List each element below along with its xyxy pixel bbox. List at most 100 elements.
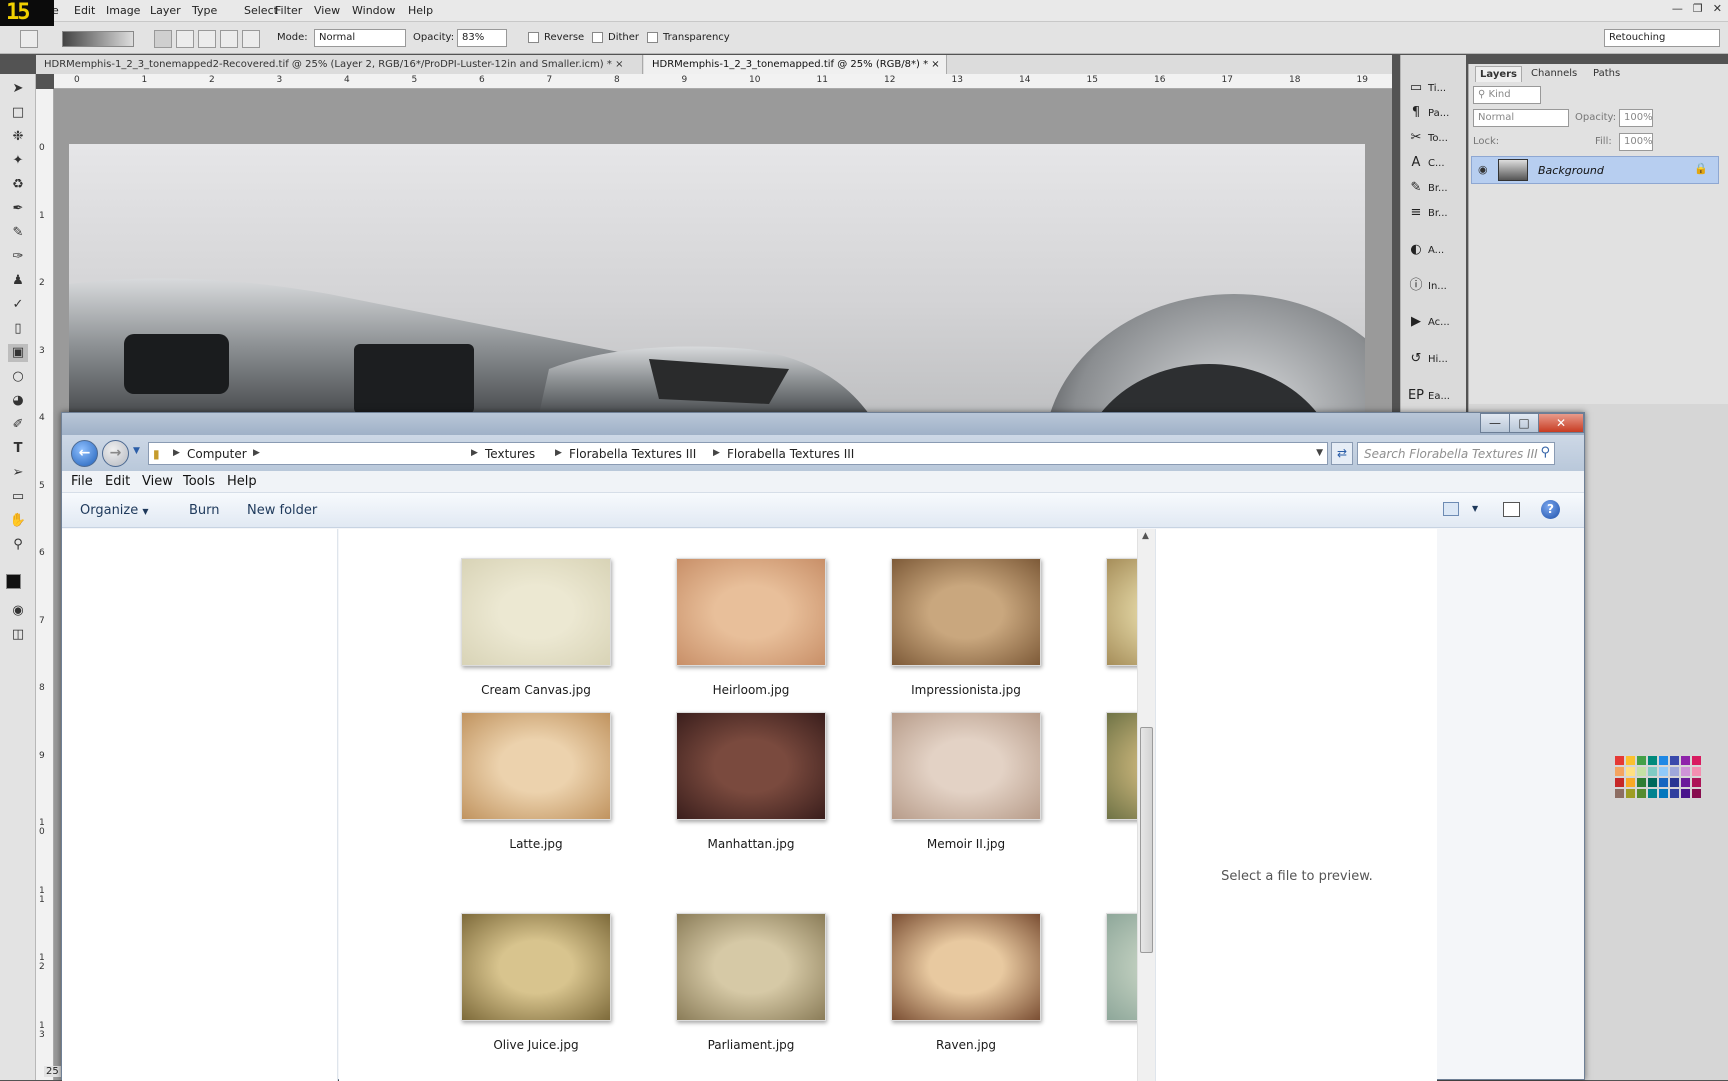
transparency-checkbox[interactable] — [647, 32, 658, 43]
new-folder-button[interactable]: New folder — [247, 503, 317, 518]
document-tab-recovered[interactable]: HDRMemphis-1_2_3_tonemapped2-Recovered.t… — [36, 55, 643, 74]
organize-button[interactable]: Organize ▼ — [80, 503, 149, 518]
ps-menu-item[interactable]: Select — [244, 4, 278, 17]
menu-help[interactable]: Help — [227, 474, 257, 489]
hand-tool-icon[interactable]: ✋ — [8, 512, 28, 530]
layer-row-background[interactable]: ◉ Background 🔒 — [1471, 156, 1719, 184]
breadcrumb-chevron-icon[interactable]: ▶ — [173, 448, 180, 458]
blend-mode-select[interactable]: Normal — [1473, 109, 1569, 127]
color-swatch[interactable] — [1659, 778, 1668, 787]
tab-channels[interactable]: Channels — [1527, 66, 1581, 81]
restore-icon[interactable]: ❐ — [1693, 2, 1703, 15]
maximize-icon[interactable]: □ — [1509, 413, 1539, 433]
crop-tool-icon[interactable]: ♻ — [8, 176, 28, 194]
color-swatch[interactable] — [1615, 756, 1624, 765]
color-swatch[interactable] — [1637, 789, 1646, 798]
blur-tool-icon[interactable]: ○ — [8, 368, 28, 386]
angle-gradient-button[interactable] — [198, 30, 216, 48]
dock-item-7[interactable]: ⓘ In... — [1407, 275, 1463, 297]
color-swatch[interactable] — [1637, 767, 1646, 776]
brush-tool-icon[interactable]: ✑ — [8, 248, 28, 266]
dock-item-0[interactable]: ▭ Ti... — [1407, 77, 1463, 99]
refresh-icon[interactable]: ⇄ — [1331, 442, 1353, 465]
color-swatch[interactable] — [1648, 789, 1657, 798]
ps-menu-item[interactable]: View — [314, 4, 340, 17]
diamond-gradient-button[interactable] — [242, 30, 260, 48]
layer-opacity-input[interactable]: 100% — [1619, 109, 1653, 127]
dock-item-6[interactable]: ◐ A... — [1407, 239, 1463, 261]
file-name[interactable]: Impressionista.jpg — [871, 683, 1061, 697]
dock-item-1[interactable]: ¶ Pa... — [1407, 102, 1463, 124]
color-swatch[interactable] — [1615, 778, 1624, 787]
dock-item-5[interactable]: ≡ Br... — [1407, 202, 1463, 224]
gradient-tool-icon[interactable]: ▣ — [8, 344, 28, 362]
file-thumbnail[interactable] — [676, 558, 826, 666]
reverse-checkbox[interactable] — [528, 32, 539, 43]
document-image[interactable] — [69, 144, 1365, 414]
shape-tool-icon[interactable]: ▭ — [8, 488, 28, 506]
screen-mode-icon[interactable]: ◫ — [8, 626, 28, 644]
ps-menu-item[interactable]: Layer — [150, 4, 181, 17]
pen-tool-icon[interactable]: ✐ — [8, 416, 28, 434]
breadcrumb-chevron-icon[interactable]: ▶ — [555, 448, 562, 458]
color-swatch[interactable] — [1659, 789, 1668, 798]
file-name[interactable]: Cream Canvas.jpg — [441, 683, 631, 697]
ps-menu-item[interactable]: Help — [408, 4, 433, 17]
preview-pane-icon[interactable] — [1503, 502, 1520, 517]
dodge-tool-icon[interactable]: ◕ — [8, 392, 28, 410]
foreground-color-swatch[interactable] — [6, 574, 21, 589]
quick-mask-icon[interactable]: ◉ — [8, 602, 28, 620]
color-swatch[interactable] — [1659, 756, 1668, 765]
color-swatch[interactable] — [1670, 756, 1679, 765]
dock-item-3[interactable]: A C... — [1407, 152, 1463, 174]
dock-item-4[interactable]: ✎ Br... — [1407, 177, 1463, 199]
dock-item-9[interactable]: ↺ Hi... — [1407, 348, 1463, 370]
color-swatch[interactable] — [1681, 789, 1690, 798]
tab-paths[interactable]: Paths — [1589, 66, 1624, 81]
color-swatch[interactable] — [1626, 767, 1635, 776]
file-name[interactable]: Olive Juice.jpg — [441, 1038, 631, 1052]
color-swatch[interactable] — [1615, 789, 1624, 798]
color-swatch[interactable] — [1692, 767, 1701, 776]
color-swatch[interactable] — [1637, 756, 1646, 765]
minimize-icon[interactable]: — — [1672, 2, 1683, 15]
linear-gradient-button[interactable] — [154, 30, 172, 48]
dock-item-10[interactable]: EP Ea... — [1407, 385, 1463, 407]
help-icon[interactable]: ? — [1541, 500, 1560, 519]
search-input[interactable]: Search Florabella Textures III ⚲ — [1357, 442, 1555, 465]
minimize-icon[interactable]: — — [1480, 413, 1510, 433]
layer-name[interactable]: Background — [1538, 164, 1604, 177]
dither-checkbox[interactable] — [592, 32, 603, 43]
color-swatch[interactable] — [1637, 778, 1646, 787]
close-icon[interactable]: ✕ — [1538, 413, 1584, 433]
color-swatch[interactable] — [1692, 756, 1701, 765]
file-name[interactable]: Manhattan.jpg — [656, 837, 846, 851]
reflected-gradient-button[interactable] — [220, 30, 238, 48]
address-dropdown-icon[interactable]: ▼ — [1316, 448, 1323, 458]
mode-select[interactable]: Normal — [314, 29, 406, 47]
marquee-tool-icon[interactable]: □ — [8, 104, 28, 122]
menu-edit[interactable]: Edit — [105, 474, 130, 489]
eyedropper-tool-icon[interactable]: ✒ — [8, 200, 28, 218]
file-name[interactable]: Memoir II.jpg — [871, 837, 1061, 851]
ps-menu-item[interactable]: Filter — [275, 4, 302, 17]
dock-item-2[interactable]: ✂ To... — [1407, 127, 1463, 149]
file-name[interactable]: Parliament.jpg — [656, 1038, 846, 1052]
color-swatch[interactable] — [1670, 767, 1679, 776]
tab-layers[interactable]: Layers — [1475, 66, 1522, 82]
color-swatch[interactable] — [1659, 767, 1668, 776]
file-name[interactable]: Raven.jpg — [871, 1038, 1061, 1052]
color-swatch[interactable] — [1626, 789, 1635, 798]
lasso-tool-icon[interactable]: ❉ — [8, 128, 28, 146]
breadcrumb-chevron-icon[interactable]: ▶ — [471, 448, 478, 458]
view-options-dropdown-icon[interactable]: ▼ — [1472, 504, 1478, 513]
change-view-icon[interactable] — [1443, 502, 1459, 516]
menu-tools[interactable]: Tools — [183, 474, 215, 489]
document-tab-tonemapped[interactable]: HDRMemphis-1_2_3_tonemapped.tif @ 25% (R… — [644, 55, 947, 74]
file-name[interactable]: Latte.jpg — [441, 837, 631, 851]
close-icon[interactable]: ✕ — [1713, 2, 1722, 15]
healing-brush-tool-icon[interactable]: ✎ — [8, 224, 28, 242]
color-swatch[interactable] — [1681, 767, 1690, 776]
eraser-tool-icon[interactable]: ▯ — [8, 320, 28, 338]
scroll-up-icon[interactable]: ▲ — [1142, 531, 1149, 541]
